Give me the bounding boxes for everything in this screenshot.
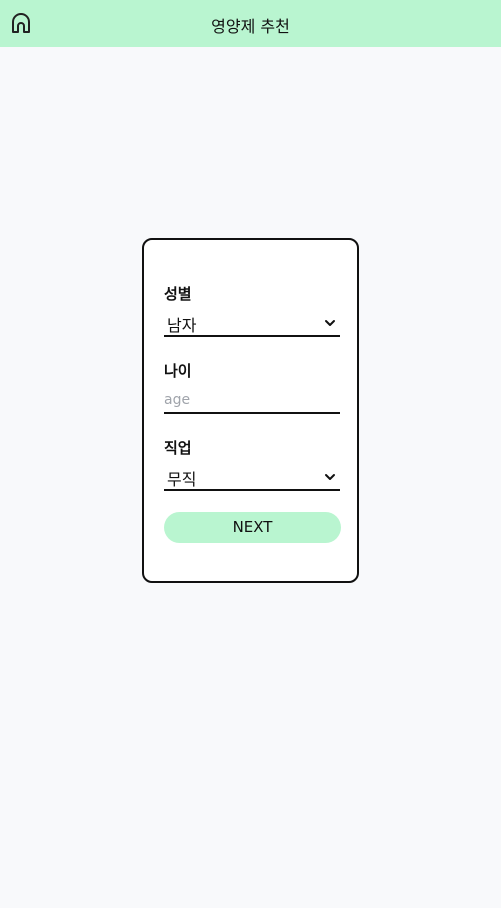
survey-card: 성별 남자 나이 직업 무직 NEXT xyxy=(142,238,359,583)
gender-select[interactable]: 남자 xyxy=(164,311,340,337)
gender-select-value: 남자 xyxy=(167,316,197,335)
job-select-value: 무직 xyxy=(167,470,197,489)
next-button[interactable]: NEXT xyxy=(164,512,341,543)
age-field xyxy=(164,388,340,414)
chevron-down-icon xyxy=(325,474,335,480)
job-label: 직업 xyxy=(164,439,192,457)
app-header: 영양제 추천 xyxy=(0,0,501,47)
gender-label: 성별 xyxy=(164,285,192,303)
age-label: 나이 xyxy=(164,362,192,380)
chevron-down-icon xyxy=(325,320,335,326)
job-select[interactable]: 무직 xyxy=(164,465,340,491)
age-input[interactable] xyxy=(164,388,340,412)
page-title: 영양제 추천 xyxy=(211,17,290,36)
